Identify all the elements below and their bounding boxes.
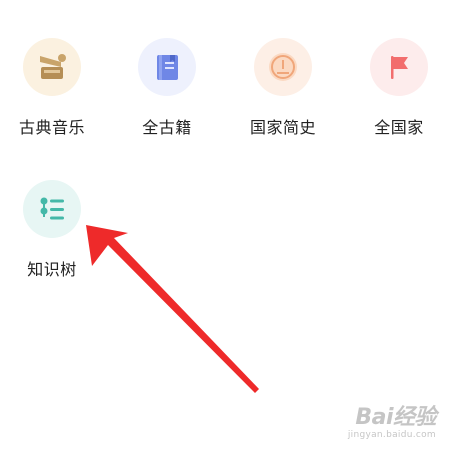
app-label: 全国家 <box>374 118 424 137</box>
app-tile-national-history[interactable]: 国家简史 <box>228 38 338 158</box>
tree-list-icon <box>23 180 81 238</box>
book-icon <box>138 38 196 96</box>
gramophone-icon <box>23 38 81 96</box>
app-tile-all-countries[interactable]: 全国家 <box>344 38 450 158</box>
app-label: 古典音乐 <box>18 118 85 137</box>
watermark-brand: Bai经验 <box>355 405 436 430</box>
app-label: 国家简史 <box>249 118 316 137</box>
coin-icon <box>254 38 312 96</box>
app-tile-knowledge-tree[interactable]: 知识树 <box>0 180 107 300</box>
app-tile-ancient-books[interactable]: 全古籍 <box>112 38 222 158</box>
flag-icon <box>370 38 428 96</box>
app-label: 全古籍 <box>142 118 192 137</box>
app-label: 知识树 <box>27 260 77 279</box>
watermark-url: jingyan.baidu.com <box>347 430 436 440</box>
watermark: Bai经验 jingyan.baidu.com <box>347 405 437 440</box>
app-tile-classical-music[interactable]: 古典音乐 <box>0 38 107 158</box>
